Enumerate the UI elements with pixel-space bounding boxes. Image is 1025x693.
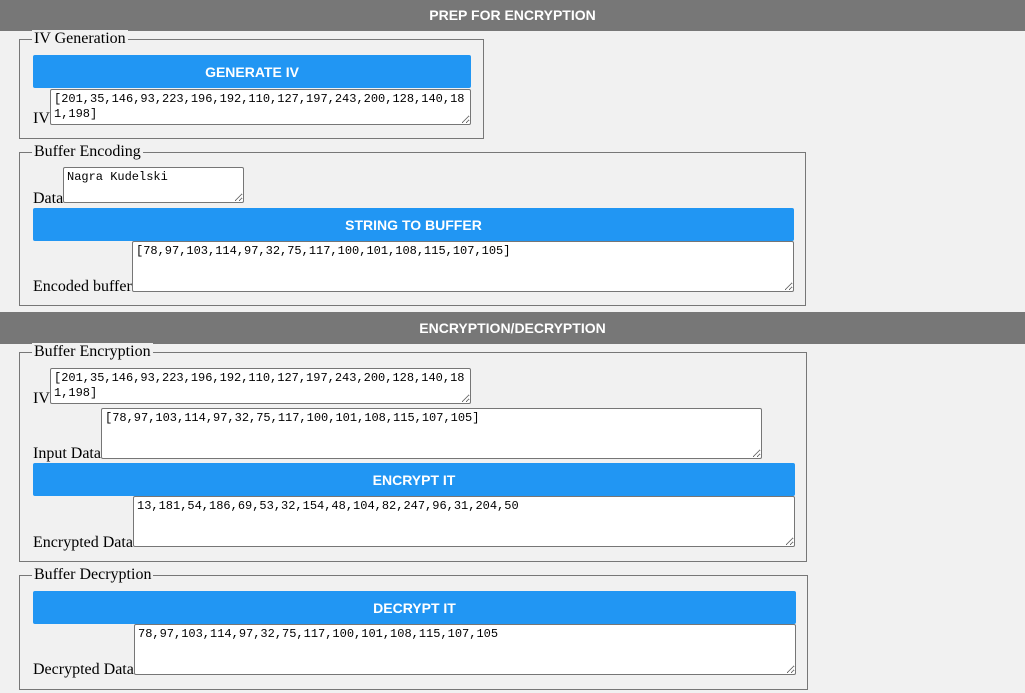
iv-label: IV (33, 110, 50, 127)
encrypted-data-label: Encrypted Data (33, 534, 133, 551)
encrypt-it-button[interactable]: ENCRYPT IT (33, 463, 795, 496)
string-to-buffer-button[interactable]: STRING TO BUFFER (33, 208, 794, 241)
encryption-iv-textarea[interactable]: [201,35,146,93,223,196,192,110,127,197,2… (50, 368, 471, 404)
legend-iv-generation: IV Generation (32, 30, 128, 48)
iv-output-textarea[interactable]: [201,35,146,93,223,196,192,110,127,197,2… (50, 89, 471, 125)
legend-buffer-encryption: Buffer Encryption (32, 343, 153, 361)
data-label: Data (33, 190, 64, 207)
decrypt-it-button[interactable]: DECRYPT IT (33, 591, 796, 624)
fieldset-buffer-encoding: Buffer Encoding Data Nagra Kudelski STRI… (19, 143, 806, 306)
encoded-buffer-label: Encoded buffer (33, 278, 132, 295)
encrypted-data-textarea[interactable]: 13,181,54,186,69,53,32,154,48,104,82,247… (133, 496, 795, 547)
encryption-iv-label: IV (33, 390, 50, 407)
legend-buffer-decryption: Buffer Decryption (32, 566, 154, 584)
section-header-prep: PREP FOR ENCRYPTION (0, 0, 1025, 31)
section-header-encdec: ENCRYPTION/DECRYPTION (0, 312, 1025, 344)
decrypted-data-textarea[interactable]: 78,97,103,114,97,32,75,117,100,101,108,1… (134, 624, 796, 675)
generate-iv-button[interactable]: GENERATE IV (33, 55, 471, 88)
encoded-buffer-textarea[interactable]: [78,97,103,114,97,32,75,117,100,101,108,… (132, 241, 794, 292)
data-input-textarea[interactable]: Nagra Kudelski (63, 167, 244, 203)
legend-buffer-encoding: Buffer Encoding (32, 143, 143, 161)
input-data-textarea[interactable]: [78,97,103,114,97,32,75,117,100,101,108,… (101, 408, 762, 459)
input-data-label: Input Data (33, 445, 101, 462)
fieldset-buffer-encryption: Buffer Encryption IV [201,35,146,93,223,… (19, 343, 807, 562)
fieldset-iv-generation: IV Generation GENERATE IV IV [201,35,146… (19, 30, 484, 139)
decrypted-data-label: Decrypted Data (33, 661, 134, 678)
fieldset-buffer-decryption: Buffer Decryption DECRYPT IT Decrypted D… (19, 566, 808, 690)
